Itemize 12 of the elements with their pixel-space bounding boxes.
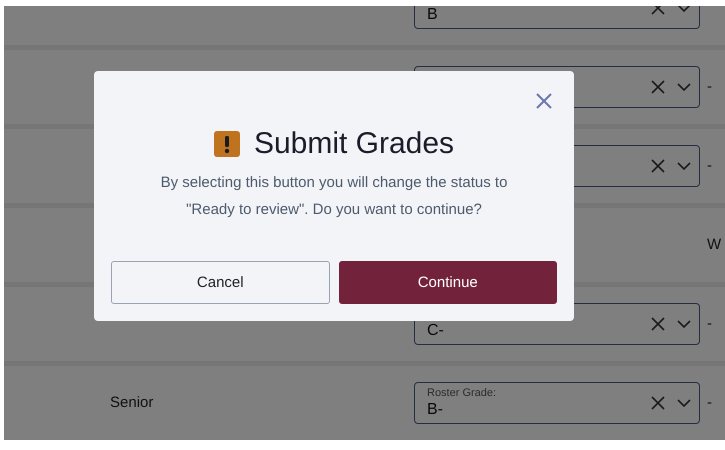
field-label: Roster Grade: [427,387,498,400]
status-text: - [707,394,712,411]
status-text: - [707,157,712,174]
dialog-title: Submit Grades [254,127,454,161]
status-text: W [707,236,722,253]
status-text: - [707,315,712,332]
status-text: - [707,78,712,95]
field-value: B- [427,401,444,419]
field-value: C- [427,322,445,340]
dialog-message: By selecting this button you will change the status to "Ready to review". Do you want to continue? [160,173,508,220]
student-class: Senior [110,394,154,411]
field-value: B [427,6,439,24]
